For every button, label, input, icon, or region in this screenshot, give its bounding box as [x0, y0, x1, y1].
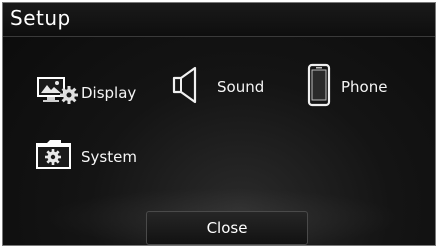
display-settings-icon — [33, 71, 83, 115]
menu-item-label: Phone — [341, 78, 388, 96]
menu-item-phone[interactable]: Phone — [305, 63, 388, 107]
phone-icon — [305, 63, 335, 111]
menu-item-display[interactable]: Display — [33, 73, 136, 113]
system-settings-folder-icon — [33, 135, 79, 179]
setup-screen: Setup Display Sound Phone System Close — [2, 2, 436, 246]
menu-item-label: Sound — [217, 78, 265, 96]
menu-item-system[interactable]: System — [33, 137, 137, 177]
menu-item-label: Display — [81, 84, 137, 102]
page-title: Setup — [10, 6, 71, 30]
close-button[interactable]: Close — [146, 211, 308, 245]
speaker-icon — [171, 65, 203, 109]
title-bar: Setup — [3, 3, 435, 37]
menu-item-sound[interactable]: Sound — [171, 65, 265, 109]
menu-item-label: System — [81, 148, 137, 166]
